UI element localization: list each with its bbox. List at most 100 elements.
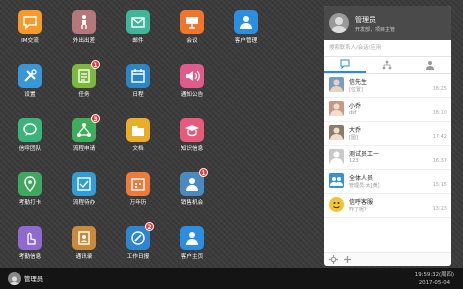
- gear-icon[interactable]: [329, 255, 338, 264]
- app-customer-manage[interactable]: 客户管理: [221, 10, 271, 45]
- user-avatar-icon: [9, 276, 20, 285]
- app-clock-in[interactable]: 考勤打卡: [5, 172, 55, 207]
- contact-name: 信先生: [349, 79, 368, 86]
- app-label: 外出出差: [72, 38, 96, 44]
- panel-tabs: [324, 57, 451, 74]
- app-label: 设置: [24, 92, 36, 98]
- app-settings[interactable]: 设置: [5, 64, 55, 99]
- contact-name: 全体人员: [349, 175, 374, 182]
- app-icon: [72, 226, 96, 250]
- person-avatar-icon: [330, 79, 343, 92]
- app-icon: [180, 10, 204, 34]
- tab-contacts[interactable]: [409, 57, 451, 73]
- team-chat-icon: [23, 123, 37, 136]
- clock: 19:59:32(周四) 2017-05-04: [415, 271, 454, 287]
- taskbar-user-avatar[interactable]: [8, 272, 21, 285]
- sales-icon: [186, 178, 198, 191]
- app-icon: 1: [180, 168, 208, 196]
- contact-name: 测试员工一: [349, 151, 380, 158]
- im-panel: 管理员 开发部，项目主管 搜索联系人/会话/应用 信先生 [位置] 18:25 …: [324, 6, 451, 266]
- app-im[interactable]: IM交流: [5, 10, 55, 45]
- plus-icon[interactable]: [343, 255, 352, 264]
- app-mail[interactable]: 邮件: [113, 10, 163, 45]
- tab-organization[interactable]: [366, 57, 408, 73]
- speaker-icon: [186, 70, 200, 82]
- app-attendance-info[interactable]: 考勤信息: [5, 226, 55, 261]
- user-avatar[interactable]: [329, 13, 349, 33]
- app-icon: [126, 172, 150, 196]
- app-flow-todo[interactable]: 流程待办: [59, 172, 109, 207]
- app-schedule[interactable]: 日程: [113, 64, 163, 99]
- contact-message: 管理员:大[黄]: [349, 183, 380, 189]
- chat-icon: [23, 16, 37, 30]
- calendar-icon: [131, 69, 145, 83]
- traveler-icon: [81, 15, 87, 29]
- app-notice[interactable]: 通知公告: [167, 64, 217, 99]
- person-icon: [425, 61, 434, 70]
- app-icon: [126, 10, 150, 34]
- app-label: 客户主页: [180, 254, 204, 260]
- app-label: 信呼团队: [18, 146, 42, 152]
- app-label: 会议: [186, 38, 198, 44]
- contact-message: [图]: [349, 135, 358, 141]
- app-task[interactable]: 1 任务: [59, 60, 109, 99]
- tab-chats[interactable]: [324, 57, 367, 73]
- knowledge-icon: [185, 125, 199, 137]
- app-travel[interactable]: 外出出差: [59, 10, 109, 45]
- panel-header: 管理员 开发部，项目主管: [324, 6, 451, 40]
- contact-avatar: [329, 101, 344, 116]
- contact-item[interactable]: 全体人员 管理员:大[黄] 15:15: [324, 170, 451, 194]
- app-icon: [72, 172, 96, 196]
- contact-avatar: [329, 149, 344, 164]
- contact-item[interactable]: 大乔 [图] 17:42: [324, 122, 451, 146]
- group-avatar-icon: [330, 177, 343, 186]
- app-icon: [126, 118, 150, 142]
- contact-item[interactable]: 信先生 [位置] 18:25: [324, 74, 451, 98]
- app-label: 邮件: [132, 38, 144, 44]
- contact-item[interactable]: 测试员工一 123 16:37: [324, 146, 451, 170]
- app-icon: [180, 64, 204, 88]
- app-address-book[interactable]: 通讯录: [59, 226, 109, 261]
- contact-time: 16:37: [432, 158, 447, 164]
- app-icon: 1: [72, 60, 100, 88]
- user-signature: 开发部，项目主管: [355, 27, 396, 33]
- app-label: 通知公告: [180, 92, 204, 98]
- contact-name: 大乔: [349, 127, 362, 134]
- taskbar: 管理员 19:59:32(周四) 2017-05-04: [0, 268, 463, 289]
- app-sales[interactable]: 1 销售机会: [167, 168, 217, 207]
- app-icon: [18, 64, 42, 88]
- notification-badge: 1: [199, 168, 208, 177]
- app-knowledge[interactable]: 知识信息: [167, 118, 217, 153]
- app-icon: [180, 118, 204, 142]
- contact-name: 小乔: [349, 103, 362, 110]
- app-icon: 2: [126, 222, 154, 250]
- search-input[interactable]: 搜索联系人/会话/应用: [324, 40, 451, 57]
- flow-icon: [77, 123, 91, 137]
- person-avatar-icon: [330, 127, 343, 140]
- contact-avatar: [329, 77, 344, 92]
- app-perpetual-calendar[interactable]: 万年历: [113, 172, 163, 207]
- contact-avatar: [329, 197, 344, 212]
- app-team[interactable]: 信呼团队: [5, 118, 55, 153]
- app-icon: [180, 226, 204, 250]
- contact-item[interactable]: 信呼客服 咋了呢？ 13:23: [324, 194, 451, 218]
- avatar-person-icon: [331, 17, 347, 33]
- taskbar-user-name[interactable]: 管理员: [24, 274, 43, 283]
- default-avatar-icon: [330, 151, 343, 164]
- report-icon: [131, 231, 145, 245]
- app-label: 知识信息: [180, 146, 204, 152]
- app-flow-apply[interactable]: 3 流程申请: [59, 114, 109, 153]
- app-daily-report[interactable]: 2 工作日报: [113, 222, 163, 261]
- app-label: 考勤信息: [18, 254, 42, 260]
- contact-time: 13:23: [432, 206, 447, 212]
- contact-item[interactable]: 小乔 dsf 18:10: [324, 98, 451, 122]
- app-customer-home[interactable]: 客户主页: [167, 226, 217, 261]
- todo-icon: [77, 177, 91, 191]
- app-icon: [18, 172, 42, 196]
- task-icon: [78, 69, 90, 83]
- app-documents[interactable]: 文档: [113, 118, 163, 153]
- app-meeting[interactable]: 会议: [167, 10, 217, 45]
- app-label: 考勤打卡: [18, 200, 42, 206]
- contact-message: dsf: [349, 110, 357, 116]
- app-label: 流程申请: [72, 146, 96, 152]
